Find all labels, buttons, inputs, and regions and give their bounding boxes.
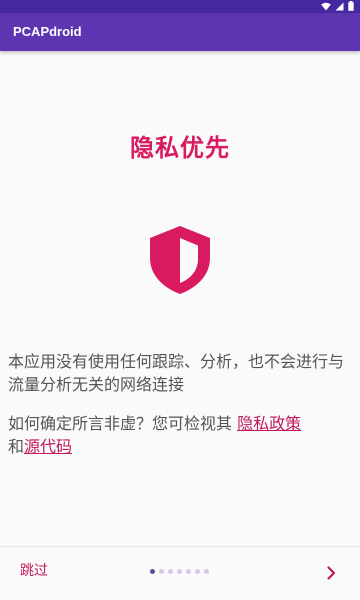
footer-divider — [0, 546, 360, 547]
shield-half-icon — [150, 226, 210, 294]
page-dot — [177, 569, 182, 574]
signal-icon — [335, 2, 344, 10]
slide-title: 隐私优先 — [130, 134, 230, 162]
battery-icon — [348, 1, 354, 11]
status-bar — [0, 0, 360, 13]
privacy-policy-link[interactable]: 隐私政策 — [237, 414, 301, 433]
page-dot — [159, 569, 164, 574]
privacy-description: 本应用没有使用任何跟踪、分析，也不会进行与流量分析无关的网络连接 — [8, 352, 345, 394]
app-title: PCAPdroid — [13, 24, 82, 39]
wifi-icon — [321, 2, 331, 11]
page-dot — [168, 569, 173, 574]
skip-button[interactable]: 跳过 — [8, 556, 60, 584]
page-dot — [195, 569, 200, 574]
verify-paragraph: 如何确定所言非虚？您可检视其 隐私政策和源代码 — [8, 412, 353, 458]
app-bar: PCAPdroid — [0, 13, 360, 51]
status-icons — [321, 1, 354, 11]
and-text: 和 — [8, 437, 25, 456]
page-dot — [204, 569, 209, 574]
page-indicator — [150, 569, 209, 574]
chevron-right-icon[interactable] — [322, 564, 340, 582]
onboarding-screen: PCAPdroid 隐私优先 本应用没有使用任何跟踪、分析，也不会进行与流量分析… — [0, 0, 360, 600]
page-dot — [150, 569, 155, 574]
verify-prefix-text: 如何确定所言非虚？您可检视其 — [8, 414, 238, 433]
page-dot — [186, 569, 191, 574]
source-code-link[interactable]: 源代码 — [24, 437, 72, 456]
